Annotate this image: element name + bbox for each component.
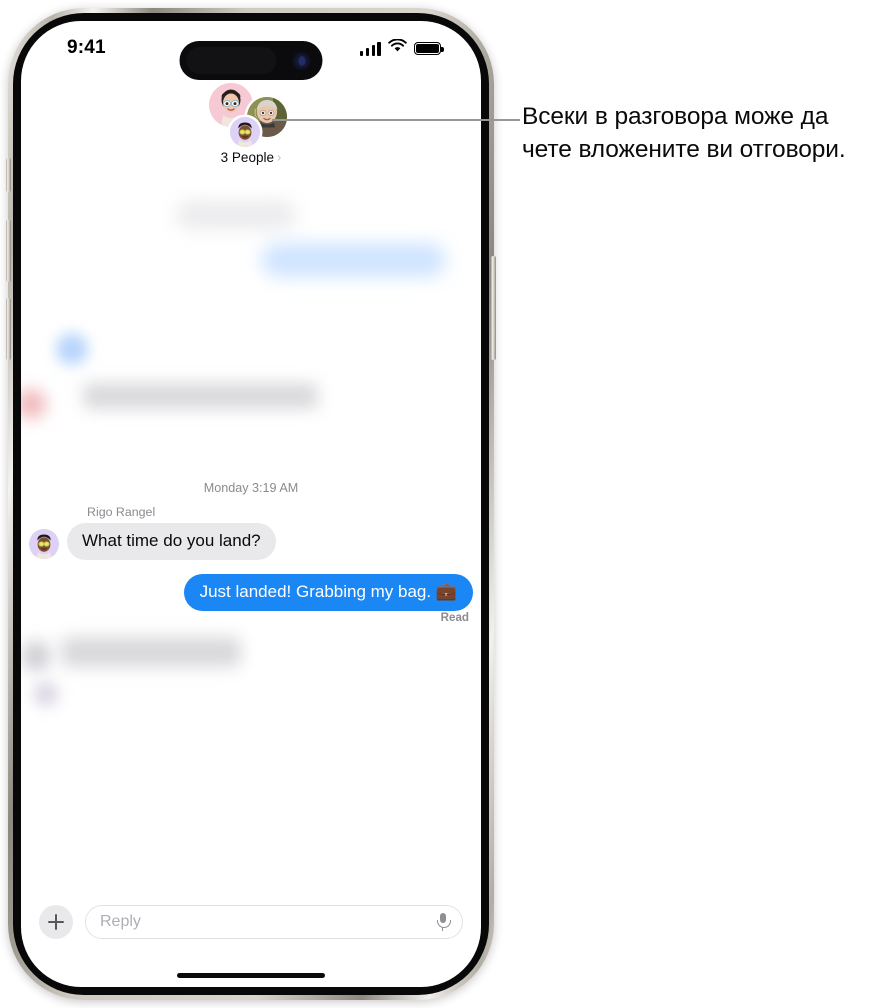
plus-icon[interactable] bbox=[39, 905, 73, 939]
blurred-avatar bbox=[21, 389, 46, 419]
front-camera-icon bbox=[291, 50, 312, 71]
microphone-icon[interactable] bbox=[436, 913, 451, 931]
outgoing-message-bubble[interactable]: Just landed! Grabbing my bag. 💼 bbox=[183, 574, 479, 611]
home-indicator[interactable] bbox=[177, 973, 325, 978]
status-bar-indicators bbox=[359, 38, 444, 58]
reply-input-placeholder: Reply bbox=[100, 913, 141, 930]
reply-input[interactable]: Reply bbox=[85, 905, 463, 939]
iphone-device-frame: 9:41 3 People › Monday 3:19 AM Rigo Rang… bbox=[6, 8, 496, 1000]
conversation-header[interactable]: 3 People › bbox=[21, 83, 481, 167]
message-row-incoming[interactable]: What time do you land? bbox=[29, 523, 276, 560]
screenshot-root: 9:41 3 People › Monday 3:19 AM Rigo Rang… bbox=[0, 0, 872, 1008]
callout-text: Всеки в разговора може да чете вложените… bbox=[522, 103, 846, 163]
blurred-message-bubble bbox=[261, 243, 446, 277]
participants-label-row[interactable]: 3 People › bbox=[221, 150, 282, 165]
power-button[interactable] bbox=[491, 256, 496, 360]
incoming-message-bubble[interactable]: What time do you land? bbox=[62, 523, 276, 560]
blurred-message-bubble bbox=[61, 637, 241, 667]
message-sender-name: Rigo Rangel bbox=[87, 505, 156, 519]
blurred-message-bubble bbox=[83, 383, 318, 409]
volume-up-button[interactable] bbox=[6, 220, 11, 282]
message-timestamp: Monday 3:19 AM bbox=[203, 481, 299, 495]
battery-icon bbox=[414, 41, 444, 56]
volume-down-button[interactable] bbox=[6, 298, 11, 360]
dynamic-island bbox=[179, 41, 323, 80]
dynamic-island-pill bbox=[186, 47, 277, 74]
avatar-cluster[interactable] bbox=[203, 83, 299, 149]
blurred-reaction-icon bbox=[56, 333, 88, 365]
blurred-avatar bbox=[21, 641, 51, 671]
phone-screen: 9:41 3 People › Monday 3:19 AM Rigo Rang… bbox=[21, 21, 481, 987]
message-row-outgoing[interactable]: Just landed! Grabbing my bag. 💼 bbox=[183, 574, 479, 611]
avatar-purple-memoji[interactable] bbox=[230, 117, 260, 147]
read-receipt-label: Read bbox=[440, 611, 469, 624]
action-button[interactable] bbox=[6, 158, 11, 192]
message-input-bar[interactable]: Reply bbox=[21, 899, 481, 945]
status-bar-clock: 9:41 bbox=[67, 37, 106, 58]
participants-label: 3 People bbox=[220, 150, 274, 165]
callout-leader-line bbox=[272, 119, 520, 121]
wifi-icon bbox=[388, 38, 407, 58]
blurred-message-bubble bbox=[176, 201, 296, 229]
message-thread[interactable]: Monday 3:19 AM Rigo Rangel What time do … bbox=[21, 171, 481, 877]
cellular-signal-icon bbox=[359, 41, 381, 56]
message-avatar-purple-memoji[interactable] bbox=[29, 529, 59, 559]
blurred-reaction-icon bbox=[33, 681, 59, 707]
chevron-right-icon: › bbox=[276, 149, 282, 165]
